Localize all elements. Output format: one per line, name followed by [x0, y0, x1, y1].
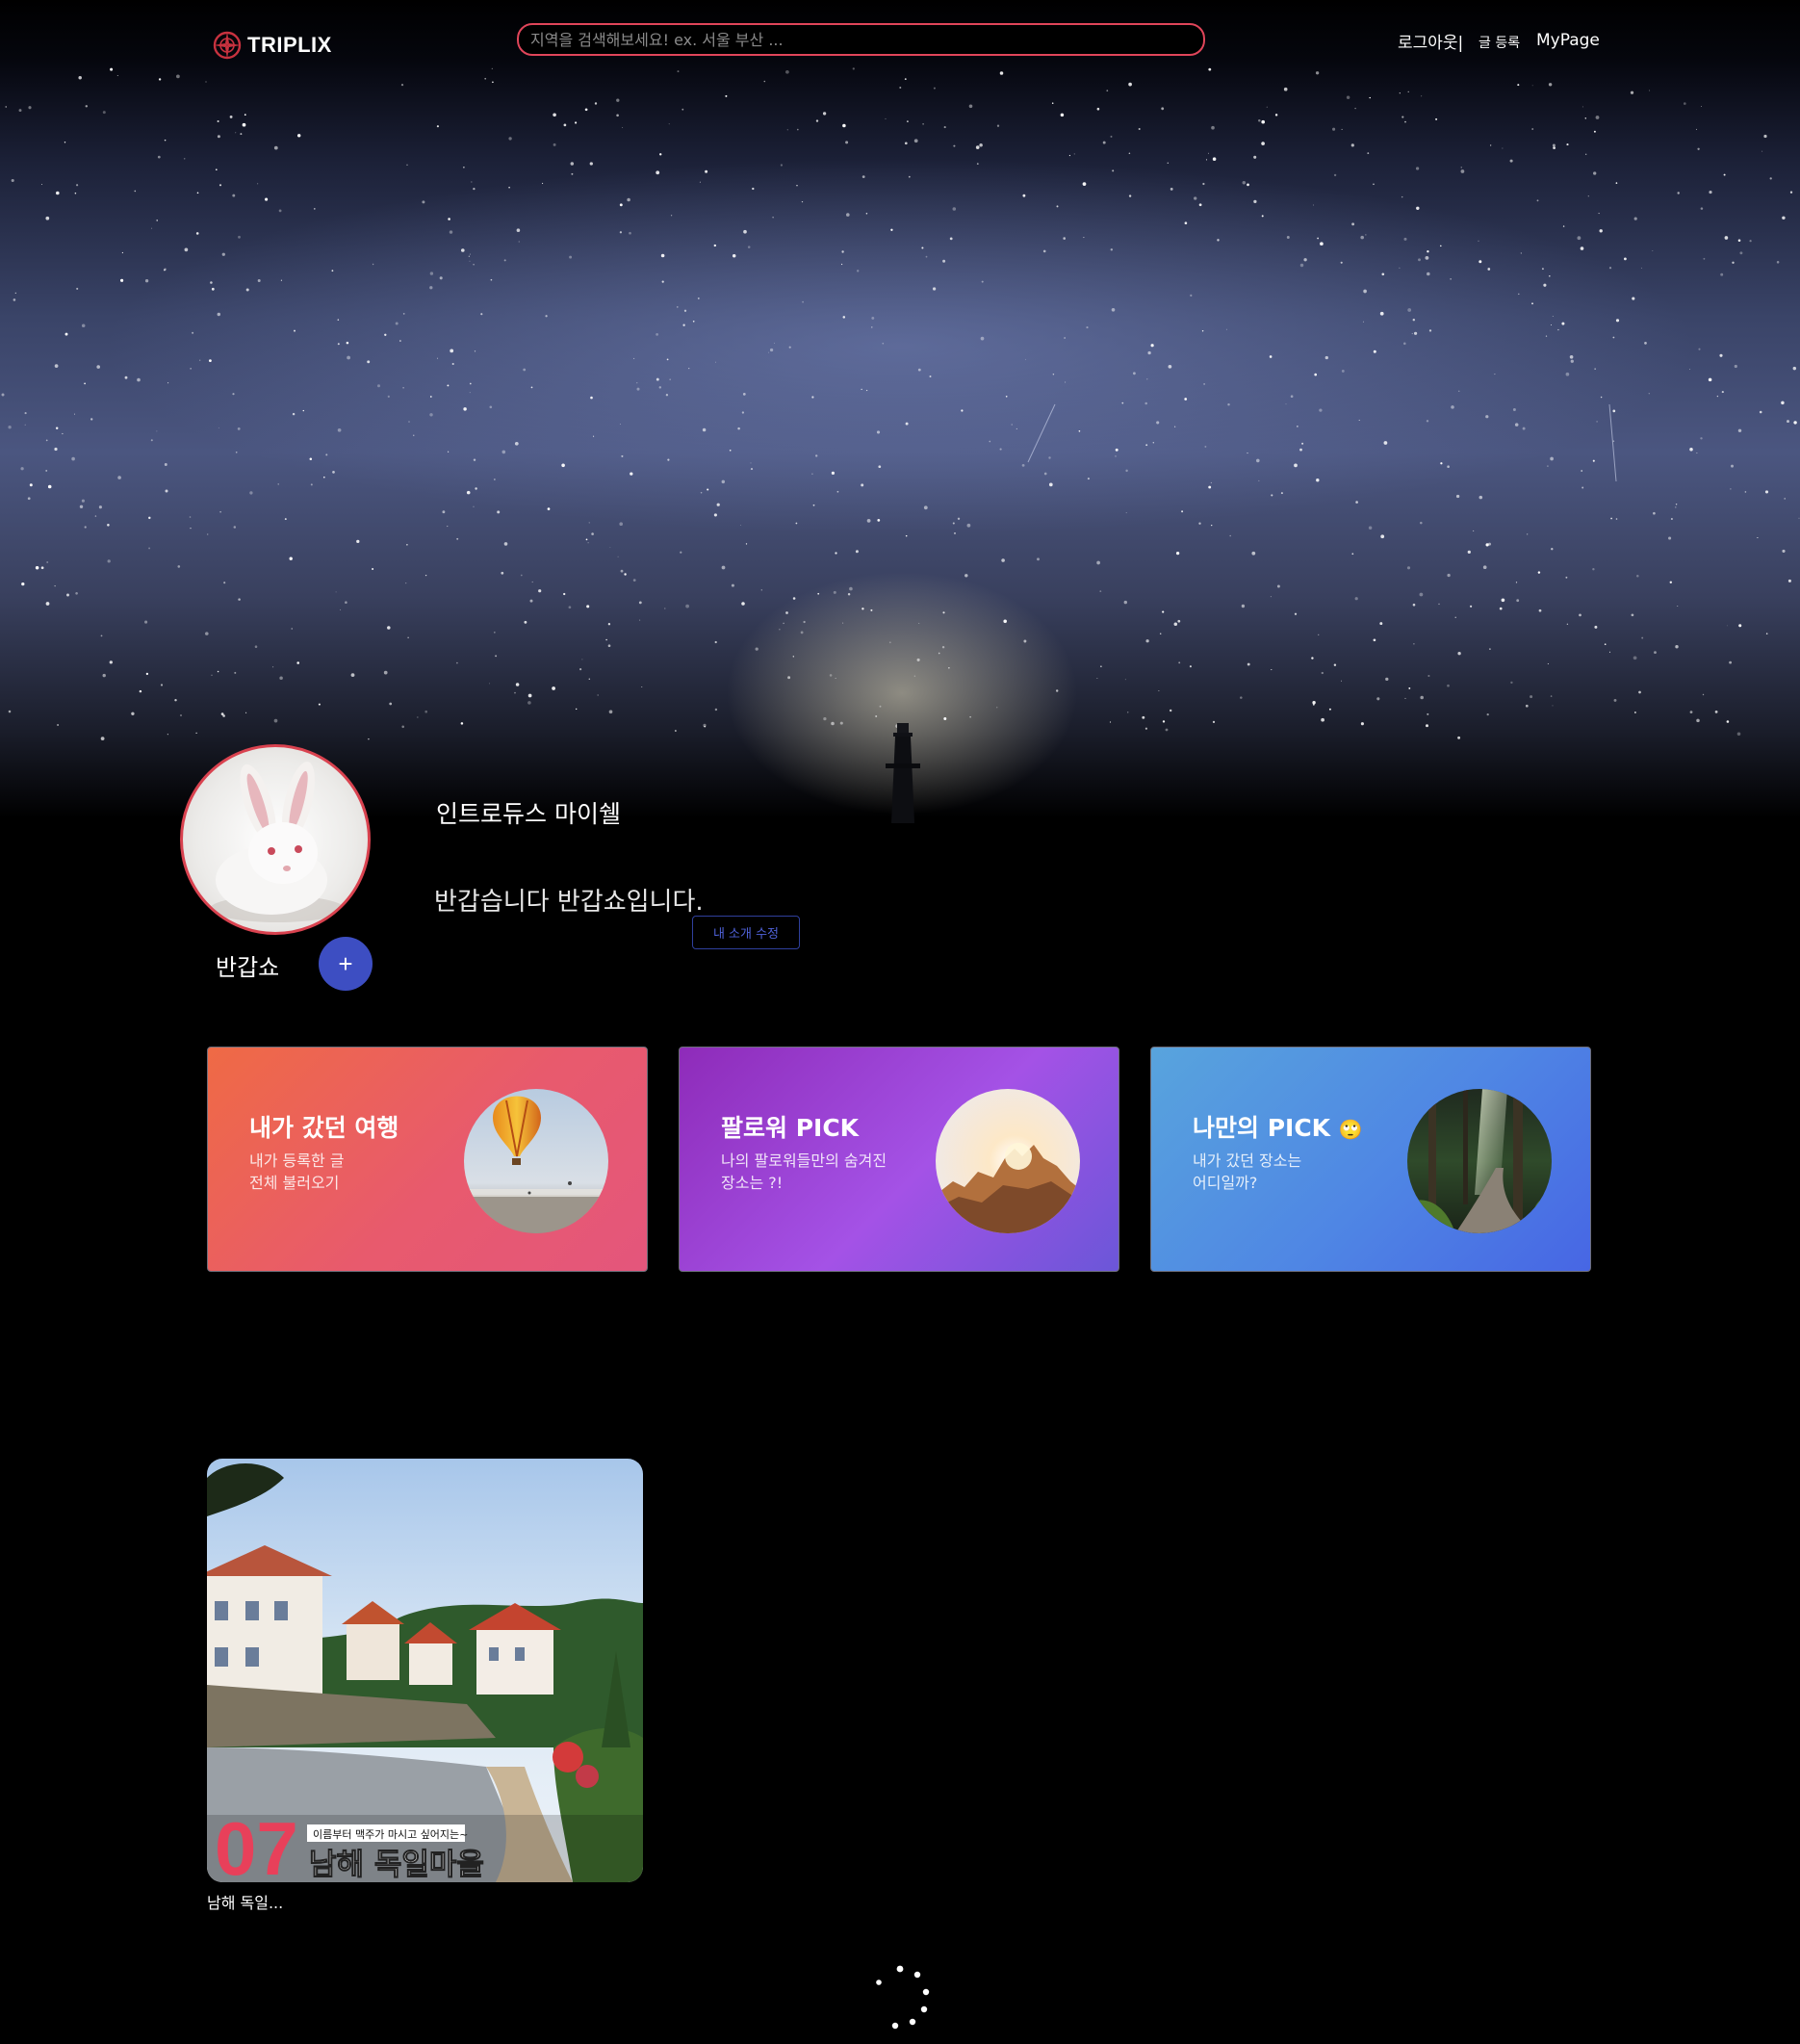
card-my-pick[interactable]: 나만의 PICK 🙄 내가 갔던 장소는 어디일까?	[1150, 1047, 1591, 1272]
card-my-trips[interactable]: 내가 갔던 여행 내가 등록한 글 전체 불러오기	[207, 1047, 648, 1272]
card-title: 나만의 PICK 🙄	[1193, 1114, 1363, 1142]
edit-intro-button[interactable]: 내 소개 수정	[692, 916, 800, 949]
nav-write-post-link[interactable]: 글 등록	[1479, 33, 1520, 52]
intro-text: 반갑습니다 반갑쇼입니다.	[434, 888, 704, 917]
card-description: 나의 팔로워들만의 숨겨진 장소는 ?!	[721, 1151, 887, 1192]
card-description: 내가 갔던 장소는 어디일까?	[1193, 1151, 1302, 1192]
hot-air-balloon-image	[464, 1089, 608, 1233]
top-header: TRIPLIX 로그아웃| 글 등록 MyPage	[0, 0, 1800, 83]
loading-spinner-icon	[876, 1965, 930, 2030]
logo-text: TRIPLIX	[247, 33, 332, 57]
sunlit-rocks-image	[936, 1089, 1080, 1233]
forest-path-image	[1407, 1089, 1552, 1233]
intro-title: 인트로듀스 마이쉘	[436, 800, 621, 828]
post-thumb-subtitle: 이름부터 맥주가 마시고 싶어지는~	[313, 1828, 468, 1841]
avatar[interactable]	[180, 744, 371, 935]
post-thumb-title: 남해 독일마을	[309, 1848, 484, 1882]
card-title: 팔로워 PICK	[721, 1114, 860, 1142]
username: 반갑쇼	[216, 954, 280, 981]
card-follower-pick[interactable]: 팔로워 PICK 나의 팔로워들만의 숨겨진 장소는 ?!	[679, 1047, 1119, 1272]
card-title: 내가 갔던 여행	[249, 1114, 399, 1142]
post-caption[interactable]: 남해 독일...	[207, 1890, 283, 1913]
nav-mypage-link[interactable]: MyPage	[1536, 31, 1600, 50]
hero-background	[0, 0, 1800, 828]
post-card[interactable]: 07 이름부터 맥주가 마시고 싶어지는~ 남해 독일마을	[207, 1459, 643, 1882]
post-thumbnail-image: 07 이름부터 맥주가 마시고 싶어지는~ 남해 독일마을	[207, 1459, 643, 1882]
search-input[interactable]	[517, 23, 1205, 56]
follow-add-button[interactable]: +	[319, 937, 373, 991]
logo[interactable]: TRIPLIX	[213, 27, 332, 64]
lighthouse-silhouette	[886, 723, 920, 823]
rolling-eyes-emoji-icon: 🙄	[1338, 1118, 1363, 1141]
card-description: 내가 등록한 글 전체 불러오기	[249, 1151, 345, 1192]
post-thumb-number: 07	[215, 1806, 298, 1882]
nav-logout-link[interactable]: 로그아웃|	[1398, 29, 1463, 53]
starfield	[1, 67, 1800, 740]
compass-logo-icon	[213, 31, 242, 60]
rabbit-avatar-image	[210, 762, 345, 922]
